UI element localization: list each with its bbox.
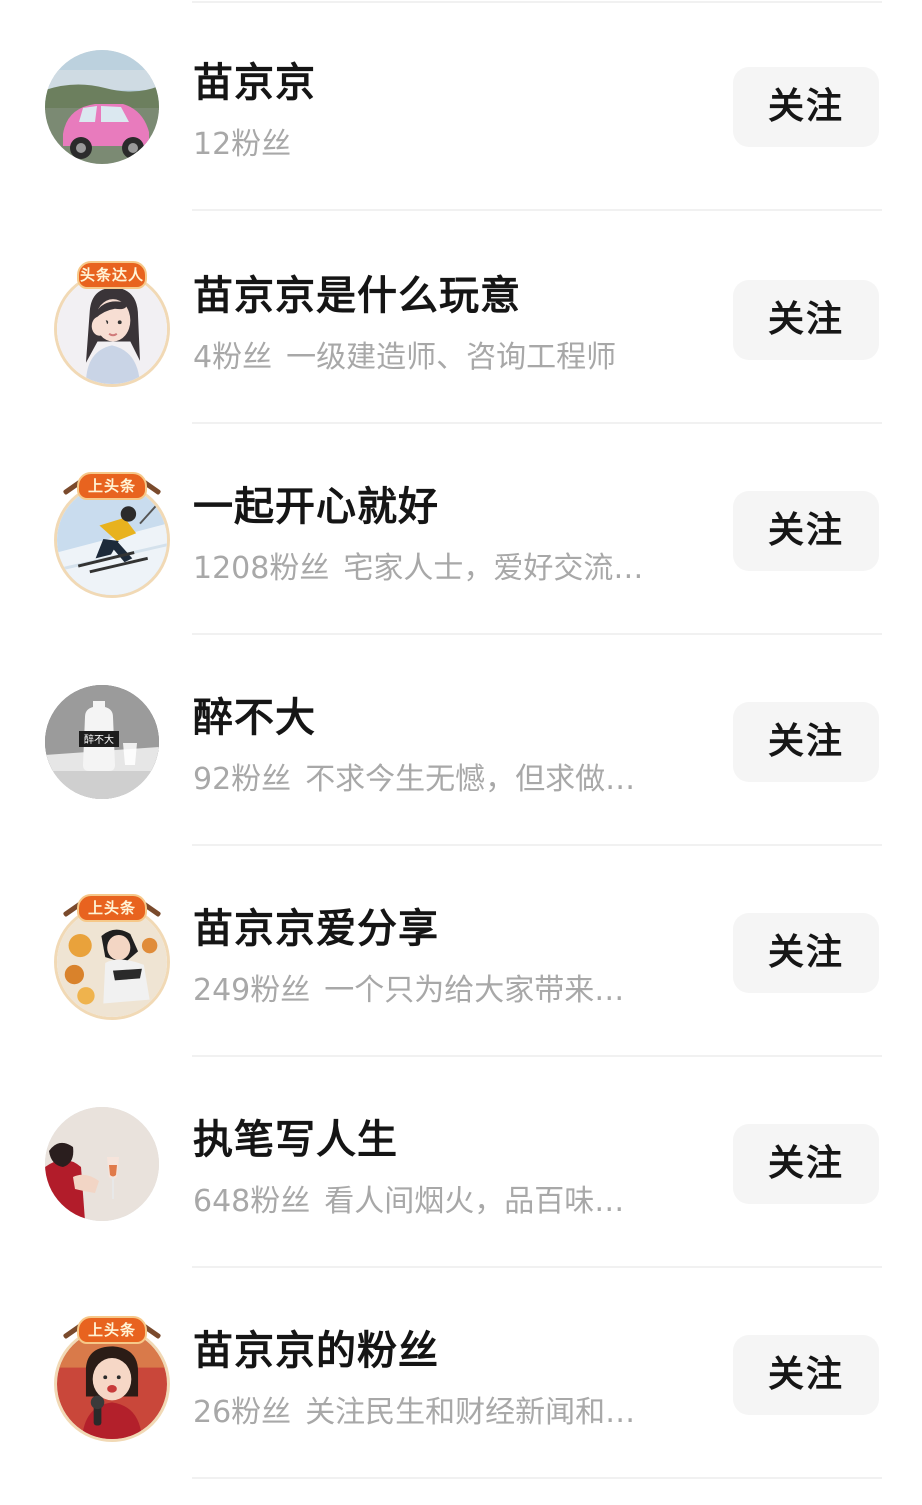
list-item[interactable]: 上头条 苗京京的粉丝 26粉丝 关注民生和财经新闻和… 关注	[0, 1268, 922, 1479]
fans-count: 249粉丝	[193, 973, 311, 1008]
list-item[interactable]: 醉不大 醉不大 92粉丝 不求今生无憾，但求做… 关注	[0, 635, 922, 846]
user-subtitle: 4粉丝 一级建造师、咨询工程师	[193, 338, 693, 378]
user-subtitle: 12粉丝	[193, 125, 693, 165]
avatar[interactable]	[45, 50, 159, 164]
user-bio: 一级建造师、咨询工程师	[286, 340, 617, 375]
list-item[interactable]: 头条达人 苗京京是什么玩意 4粉丝 一级建造师、咨询工程师 关注	[0, 213, 922, 424]
user-name[interactable]: 苗京京	[193, 55, 316, 111]
pink-car-avatar-icon	[45, 50, 159, 164]
user-subtitle: 249粉丝 一个只为给大家带来…	[193, 971, 693, 1011]
headline-badge: 上头条	[77, 472, 147, 500]
red-dress-wine-avatar-icon	[45, 1107, 159, 1221]
follow-button[interactable]: 关注	[733, 491, 879, 571]
follow-button[interactable]: 关注	[733, 67, 879, 147]
user-name[interactable]: 苗京京爱分享	[193, 901, 439, 957]
user-subtitle: 1208粉丝 宅家人士，爱好交流…	[193, 549, 693, 589]
talent-badge: 头条达人	[77, 261, 147, 289]
user-name[interactable]: 苗京京的粉丝	[193, 1323, 439, 1379]
user-bio: 宅家人士，爱好交流…	[343, 551, 644, 586]
fans-count: 26粉丝	[193, 1395, 292, 1430]
fans-count: 4粉丝	[193, 340, 273, 375]
list-item[interactable]: 苗京京 12粉丝 关注	[0, 0, 922, 211]
follow-button[interactable]: 关注	[733, 913, 879, 993]
user-bio: 看人间烟火，品百味…	[324, 1184, 625, 1219]
woman-flowers-avatar-icon	[57, 907, 167, 1017]
divider	[192, 1477, 882, 1479]
avatar[interactable]: 头条达人	[54, 261, 170, 387]
user-subtitle: 648粉丝 看人间烟火，品百味…	[193, 1182, 693, 1222]
girl-microphone-avatar-icon	[57, 1329, 167, 1439]
skier-avatar-icon	[57, 485, 167, 595]
user-list: 苗京京 12粉丝 关注 头条达人 苗京京是什么玩意 4粉丝 一级建造师、咨询工程…	[0, 0, 922, 1505]
bottle-label: 醉不大	[84, 733, 114, 746]
fans-count: 1208粉丝	[193, 551, 330, 586]
avatar[interactable]: 醉不大	[45, 685, 159, 799]
user-name[interactable]: 苗京京是什么玩意	[193, 268, 521, 324]
fans-count: 92粉丝	[193, 762, 292, 797]
user-bio: 关注民生和财经新闻和…	[305, 1395, 636, 1430]
fans-count: 648粉丝	[193, 1184, 311, 1219]
user-name[interactable]: 一起开心就好	[193, 479, 439, 535]
user-name[interactable]: 醉不大	[193, 690, 316, 746]
avatar[interactable]: 上头条	[54, 471, 170, 598]
headline-badge: 上头条	[77, 1316, 147, 1344]
avatar[interactable]	[45, 1107, 159, 1221]
headline-badge: 上头条	[77, 894, 147, 922]
list-item[interactable]: 上头条 一起开心就好 1208粉丝 宅家人士，爱好交流… 关注	[0, 424, 922, 635]
wine-bottle-avatar-icon: 醉不大	[45, 685, 159, 799]
user-subtitle: 26粉丝 关注民生和财经新闻和…	[193, 1393, 693, 1433]
list-item[interactable]: 执笔写人生 648粉丝 看人间烟火，品百味… 关注	[0, 1057, 922, 1268]
follow-button[interactable]: 关注	[733, 280, 879, 360]
avatar[interactable]: 上头条	[54, 893, 170, 1020]
user-name[interactable]: 执笔写人生	[193, 1112, 398, 1168]
avatar[interactable]: 上头条	[54, 1315, 170, 1442]
user-subtitle: 92粉丝 不求今生无憾，但求做…	[193, 760, 693, 800]
fans-count: 12粉丝	[193, 127, 292, 162]
follow-button[interactable]: 关注	[733, 1335, 879, 1415]
follow-button[interactable]: 关注	[733, 1124, 879, 1204]
list-item[interactable]: 上头条 苗京京爱分享 249粉丝 一个只为给大家带来… 关注	[0, 846, 922, 1057]
user-bio: 一个只为给大家带来…	[324, 973, 625, 1008]
divider	[192, 209, 882, 211]
girl-portrait-avatar-icon	[57, 274, 167, 384]
follow-button[interactable]: 关注	[733, 702, 879, 782]
user-bio: 不求今生无憾，但求做…	[305, 762, 636, 797]
